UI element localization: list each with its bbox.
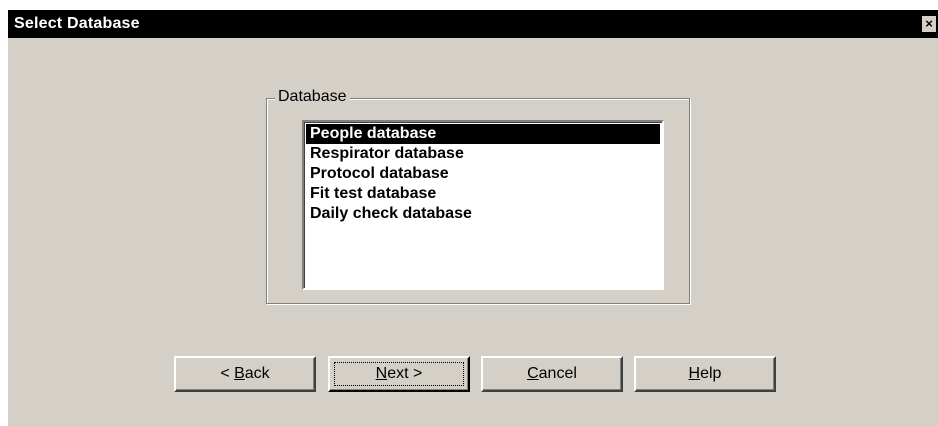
dialog-title: Select Database xyxy=(14,15,140,32)
list-item-daily-check-database[interactable]: Daily check database xyxy=(306,204,660,224)
cancel-button-mnemonic: C xyxy=(527,365,539,382)
back-button[interactable]: < Back xyxy=(174,356,316,392)
title-bar[interactable]: Select Database × xyxy=(8,10,938,38)
help-button[interactable]: Help xyxy=(634,356,776,392)
list-item-people-database[interactable]: People database xyxy=(306,124,660,144)
close-icon[interactable]: × xyxy=(922,16,936,32)
cancel-button[interactable]: Cancel xyxy=(481,356,623,392)
database-listbox[interactable]: People database Respirator database Prot… xyxy=(302,120,664,290)
next-button[interactable]: Next > xyxy=(328,356,470,392)
back-button-rest: ack xyxy=(244,365,270,382)
cancel-button-rest: ancel xyxy=(538,365,577,382)
list-item-fit-test-database[interactable]: Fit test database xyxy=(306,184,660,204)
next-button-mnemonic: N xyxy=(375,365,388,382)
back-button-prefix: < xyxy=(220,365,235,382)
back-button-mnemonic: B xyxy=(234,365,245,382)
list-item-protocol-database[interactable]: Protocol database xyxy=(306,164,660,184)
groupbox-label: Database xyxy=(275,88,350,106)
help-button-rest: elp xyxy=(700,365,722,382)
help-button-mnemonic: H xyxy=(688,365,701,382)
list-item-respirator-database[interactable]: Respirator database xyxy=(306,144,660,164)
select-database-dialog: Select Database × Database People databa… xyxy=(8,10,938,426)
next-button-rest: ext > xyxy=(387,365,423,382)
